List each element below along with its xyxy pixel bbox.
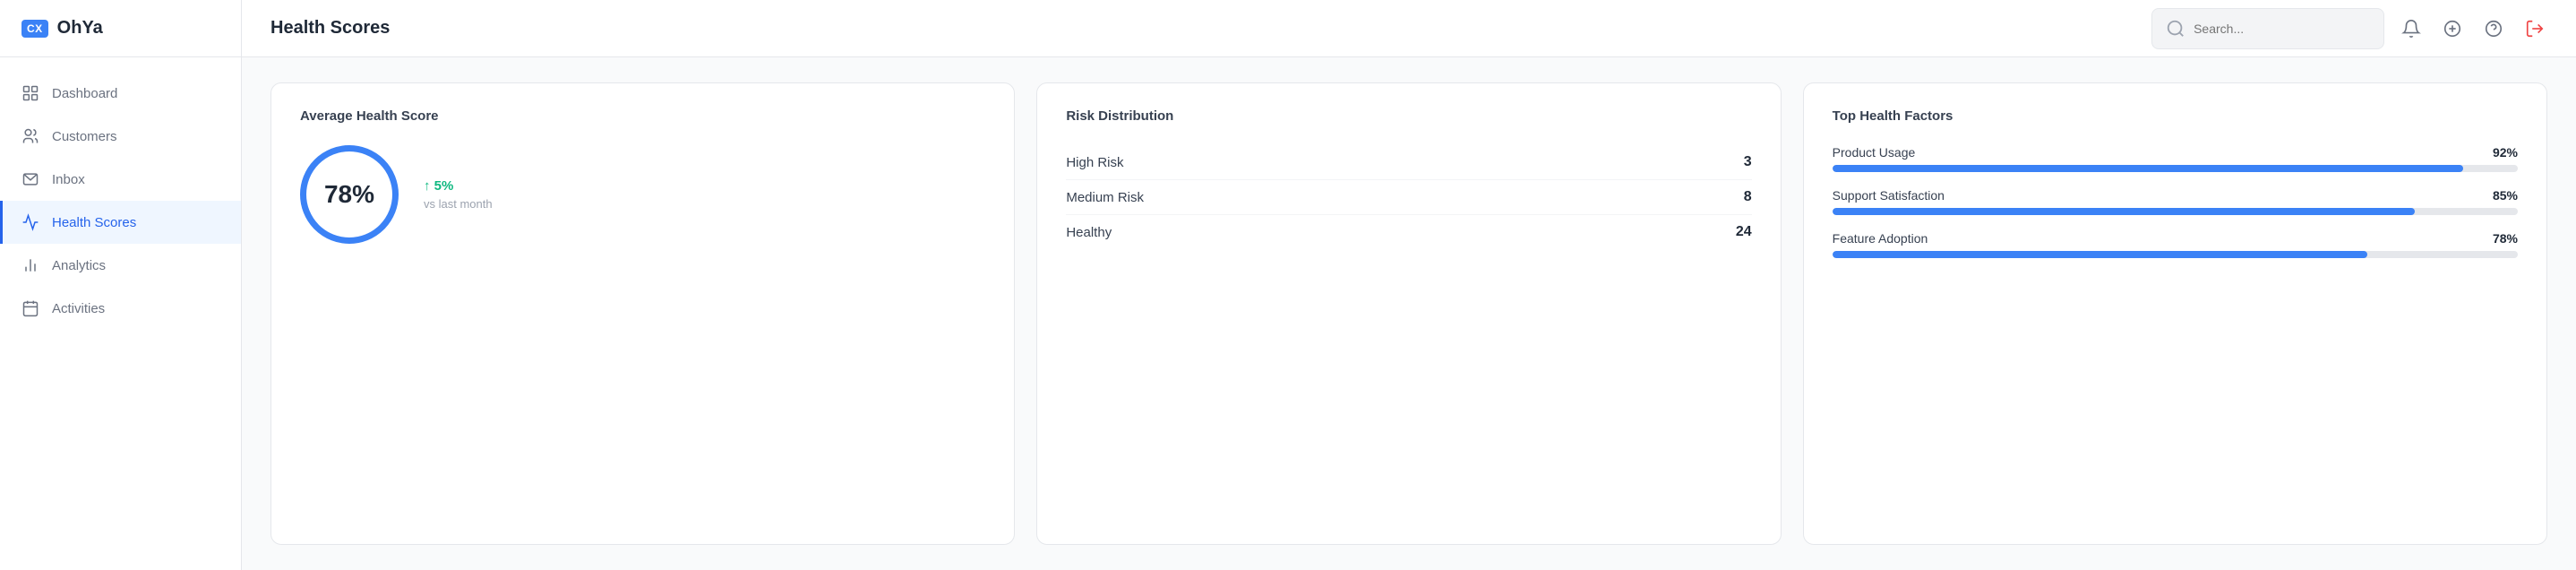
analytics-icon xyxy=(21,256,39,274)
factor-header: Support Satisfaction 85% xyxy=(1833,188,2518,203)
factor-name: Support Satisfaction xyxy=(1833,188,1945,203)
activities-icon xyxy=(21,299,39,317)
list-item: Product Usage 92% xyxy=(1833,145,2518,172)
list-item: Support Satisfaction 85% xyxy=(1833,188,2518,215)
search-icon xyxy=(2165,16,2186,41)
health-scores-icon xyxy=(21,213,39,231)
logo-badge: CX xyxy=(21,20,48,38)
cards-row: Average Health Score 78% ↑ 5% vs last mo… xyxy=(270,82,2547,545)
risk-table: High Risk 3 Medium Risk 8 Healthy 24 xyxy=(1066,145,1751,249)
factor-header: Feature Adoption 78% xyxy=(1833,231,2518,246)
sidebar-item-customers[interactable]: Customers xyxy=(0,115,241,158)
add-icon[interactable] xyxy=(2440,16,2465,41)
sidebar-item-analytics-label: Analytics xyxy=(52,258,106,273)
risk-label: Healthy xyxy=(1066,225,1112,240)
risk-count: 8 xyxy=(1744,189,1752,205)
factor-name: Product Usage xyxy=(1833,145,1916,160)
table-row: High Risk 3 xyxy=(1066,145,1751,180)
search-box[interactable] xyxy=(2151,8,2384,49)
score-value: 78% xyxy=(324,180,374,209)
risk-distribution-title: Risk Distribution xyxy=(1066,108,1751,124)
sidebar-item-inbox[interactable]: Inbox xyxy=(0,158,241,201)
search-input[interactable] xyxy=(2194,22,2371,36)
factors-list: Product Usage 92% Support Satisfaction 8… xyxy=(1833,145,2518,258)
sidebar-item-health-scores-label: Health Scores xyxy=(52,215,136,230)
table-row: Healthy 24 xyxy=(1066,215,1751,249)
main-content: Health Scores xyxy=(242,0,2576,570)
score-vs-label: vs last month xyxy=(424,197,493,211)
risk-distribution-card: Risk Distribution High Risk 3 Medium Ris… xyxy=(1036,82,1781,545)
topbar: Health Scores xyxy=(242,0,2576,57)
score-circle: 78% xyxy=(300,145,399,244)
progress-bar-fill xyxy=(1833,208,2416,215)
dashboard-icon xyxy=(21,84,39,102)
page-title: Health Scores xyxy=(270,18,2137,39)
progress-bar-fill xyxy=(1833,165,2463,172)
sidebar-logo: CX OhYa xyxy=(0,0,241,57)
sidebar: CX OhYa Dashboard xyxy=(0,0,242,570)
factor-header: Product Usage 92% xyxy=(1833,145,2518,160)
progress-bar-background xyxy=(1833,208,2518,215)
topbar-actions xyxy=(2399,16,2547,41)
logout-icon[interactable] xyxy=(2522,16,2547,41)
factor-pct: 85% xyxy=(2493,188,2518,203)
sidebar-item-customers-label: Customers xyxy=(52,129,117,144)
risk-count: 24 xyxy=(1736,224,1752,240)
sidebar-item-analytics[interactable]: Analytics xyxy=(0,244,241,287)
average-health-score-card: Average Health Score 78% ↑ 5% vs last mo… xyxy=(270,82,1015,545)
factor-pct: 92% xyxy=(2493,145,2518,160)
progress-bar-background xyxy=(1833,251,2518,258)
help-icon[interactable] xyxy=(2481,16,2506,41)
list-item: Feature Adoption 78% xyxy=(1833,231,2518,258)
customers-icon xyxy=(21,127,39,145)
risk-label: Medium Risk xyxy=(1066,190,1144,205)
sidebar-item-dashboard[interactable]: Dashboard xyxy=(0,72,241,115)
score-meta: ↑ 5% vs last month xyxy=(424,178,493,211)
risk-count: 3 xyxy=(1744,154,1752,170)
sidebar-item-activities[interactable]: Activities xyxy=(0,287,241,330)
factor-name: Feature Adoption xyxy=(1833,231,1928,246)
risk-label: High Risk xyxy=(1066,155,1123,170)
top-factors-title: Top Health Factors xyxy=(1833,108,2518,124)
progress-bar-fill xyxy=(1833,251,2367,258)
health-score-content: 78% ↑ 5% vs last month xyxy=(300,145,985,244)
sidebar-item-dashboard-label: Dashboard xyxy=(52,86,117,101)
top-health-factors-card: Top Health Factors Product Usage 92% Sup… xyxy=(1803,82,2547,545)
app-name: OhYa xyxy=(57,18,103,39)
inbox-icon xyxy=(21,170,39,188)
sidebar-item-activities-label: Activities xyxy=(52,301,105,316)
notification-icon[interactable] xyxy=(2399,16,2424,41)
avg-health-title: Average Health Score xyxy=(300,108,985,124)
table-row: Medium Risk 8 xyxy=(1066,180,1751,215)
sidebar-nav: Dashboard Customers Inbox xyxy=(0,57,241,570)
factor-pct: 78% xyxy=(2493,231,2518,246)
sidebar-item-health-scores[interactable]: Health Scores xyxy=(0,201,241,244)
sidebar-item-inbox-label: Inbox xyxy=(52,172,85,187)
score-change: ↑ 5% xyxy=(424,178,493,194)
progress-bar-background xyxy=(1833,165,2518,172)
content-area: Average Health Score 78% ↑ 5% vs last mo… xyxy=(242,57,2576,570)
